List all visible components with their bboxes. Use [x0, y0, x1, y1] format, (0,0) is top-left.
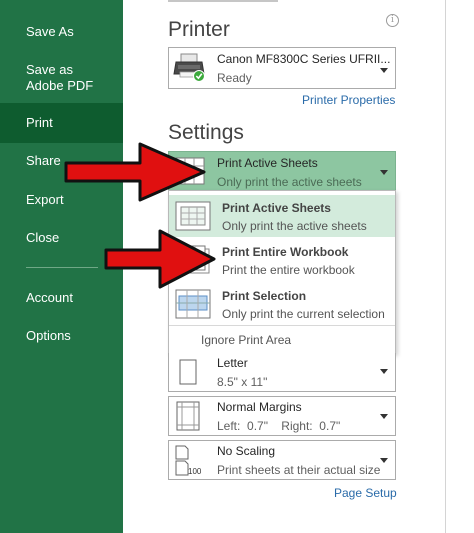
- printer-heading: Printer: [168, 18, 230, 41]
- ignore-print-area-toggle[interactable]: Ignore Print Area: [201, 333, 291, 347]
- dropdown-caret-icon: [380, 68, 388, 73]
- selection-icon: [175, 289, 211, 319]
- margins-select[interactable]: Normal Margins Left: 0.7" Right: 0.7": [168, 396, 396, 436]
- option-desc: Only print the active sheets: [222, 219, 367, 233]
- paper-size-select[interactable]: Letter 8.5" x 11": [168, 353, 396, 392]
- letter-page-icon: [179, 359, 197, 385]
- scaling-title: No Scaling: [217, 444, 276, 458]
- printer-select[interactable]: Canon MF8300C Series UFRII... Ready: [168, 47, 396, 89]
- nav-save-as-adobe-pdf[interactable]: Save as Adobe PDF: [0, 62, 123, 94]
- scaling-desc: Print sheets at their actual size: [217, 463, 381, 477]
- paper-size-title: Letter: [217, 356, 248, 370]
- scaling-icon: 100: [175, 445, 202, 476]
- dropdown-divider: [169, 325, 395, 326]
- dropdown-caret-icon: [380, 170, 388, 175]
- printer-status: Ready: [217, 71, 252, 85]
- printer-properties-link[interactable]: Printer Properties: [302, 93, 395, 107]
- printer-icon: [173, 53, 205, 82]
- margins-title: Normal Margins: [217, 400, 302, 414]
- panel-right-border: [445, 0, 446, 533]
- dropdown-caret-icon: [380, 458, 388, 463]
- option-title: Print Active Sheets: [222, 201, 331, 215]
- dropdown-caret-icon: [380, 414, 388, 419]
- option-title: Print Entire Workbook: [222, 245, 349, 259]
- top-divider: [168, 0, 278, 2]
- nav-account[interactable]: Account: [0, 290, 123, 306]
- printer-name: Canon MF8300C Series UFRII...: [217, 52, 391, 66]
- annotation-arrow-entire-workbook: [104, 229, 216, 289]
- option-desc: Print the entire workbook: [222, 263, 355, 277]
- info-icon[interactable]: i: [386, 14, 399, 27]
- option-desc: Only print the current selection: [222, 307, 385, 321]
- annotation-arrow-active-sheets: [64, 142, 206, 202]
- svg-text:100: 100: [188, 467, 202, 476]
- page-setup-link[interactable]: Page Setup: [334, 486, 397, 500]
- margins-icon: [176, 401, 200, 431]
- paper-size-desc: 8.5" x 11": [217, 375, 268, 389]
- option-title: Print Selection: [222, 289, 307, 303]
- margins-desc: Left: 0.7" Right: 0.7": [217, 419, 341, 433]
- scaling-select[interactable]: 100 No Scaling Print sheets at their act…: [168, 440, 396, 480]
- ready-check-icon: [193, 70, 205, 82]
- nav-print[interactable]: Print: [0, 103, 123, 143]
- dropdown-caret-icon: [380, 369, 388, 374]
- nav-divider: [26, 267, 98, 268]
- active-sheets-icon: [175, 201, 211, 231]
- print-what-title: Print Active Sheets: [217, 156, 318, 170]
- print-what-desc: Only print the active sheets: [217, 175, 362, 189]
- nav-save-as[interactable]: Save As: [0, 24, 123, 40]
- nav-options[interactable]: Options: [0, 328, 123, 344]
